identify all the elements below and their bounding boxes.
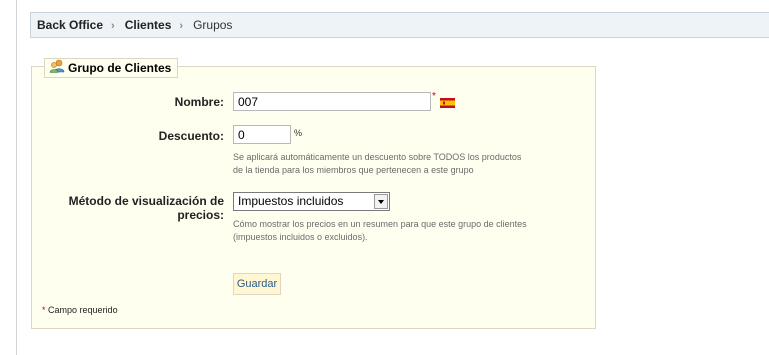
discount-label: Descuento:: [158, 129, 224, 143]
price-display-hint-line1: Cómo mostrar los precios en un resumen p…: [233, 219, 527, 229]
panel-legend: Grupo de Clientes: [44, 58, 179, 78]
customer-group-form-panel: Grupo de Clientes Nombre: * Descuento: %…: [31, 58, 596, 329]
required-note-text: Campo requerido: [48, 305, 118, 315]
breadcrumb-separator-icon: ›: [111, 20, 115, 32]
discount-input[interactable]: [233, 125, 291, 144]
breadcrumb-item-clientes[interactable]: Clientes: [125, 18, 172, 32]
discount-hint-line2: de la tienda para los miembros que perte…: [233, 165, 474, 175]
required-field-note: * Campo requerido: [42, 305, 118, 315]
price-display-selected-value: Impuestos incluidos: [238, 194, 344, 208]
price-display-label-line2: precios:: [177, 208, 224, 222]
price-display-hint-line2: (impuestos incluidos o excluidos).: [233, 232, 368, 242]
spain-flag-icon[interactable]: [440, 95, 455, 108]
required-note-asterisk: *: [42, 305, 46, 315]
users-group-icon: [49, 59, 65, 78]
price-display-label: Método de visualización de precios:: [52, 194, 224, 222]
panel-legend-title: Grupo de Clientes: [68, 61, 172, 75]
name-label: Nombre:: [174, 95, 224, 109]
chevron-down-icon[interactable]: [374, 194, 388, 209]
discount-hint: Se aplicará automáticamente un descuento…: [233, 151, 593, 177]
name-input[interactable]: [233, 92, 431, 111]
price-display-label-line1: Método de visualización de: [68, 194, 224, 208]
breadcrumb-item-back-office[interactable]: Back Office: [37, 18, 103, 32]
discount-unit: %: [294, 128, 303, 138]
required-asterisk: *: [432, 91, 436, 102]
price-display-hint: Cómo mostrar los precios en un resumen p…: [233, 218, 593, 244]
save-button[interactable]: Guardar: [233, 273, 281, 295]
breadcrumb-item-grupos: Grupos: [193, 18, 233, 32]
price-display-select[interactable]: Impuestos incluidos: [233, 192, 390, 211]
page-left-border: [16, 0, 17, 355]
breadcrumb-separator-icon: ›: [179, 20, 184, 32]
breadcrumb: Back Office › Clientes › Grupos: [30, 12, 769, 38]
discount-hint-line1: Se aplicará automáticamente un descuento…: [233, 152, 522, 162]
